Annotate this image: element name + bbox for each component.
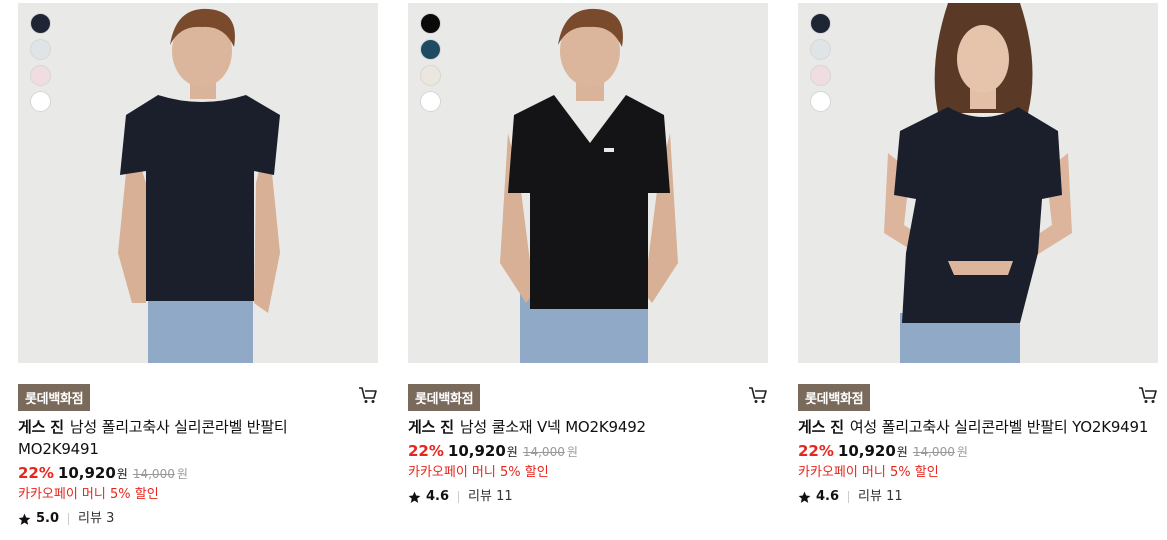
rating-score: 4.6	[816, 489, 840, 504]
product-card[interactable]: 롯데백화점 게스 진 여성 폴리고축사 실리콘라벨 반팔티 YO2K9491 22…	[798, 3, 1158, 507]
sale-currency: 원	[506, 445, 518, 459]
rating-row: 4.6 리뷰 11	[798, 487, 1158, 507]
rating-score: 5.0	[36, 511, 60, 526]
model-photo	[18, 3, 378, 363]
color-swatches	[420, 13, 441, 112]
color-swatch[interactable]	[810, 65, 831, 86]
discount-rate: 22%	[408, 442, 444, 460]
store-badge: 롯데백화점	[408, 384, 481, 411]
sale-price: 10,920	[447, 442, 506, 460]
promo-text: 카카오페이 머니 5% 할인	[18, 487, 159, 502]
divider	[68, 513, 70, 525]
review-count[interactable]: 리뷰 11	[858, 487, 903, 507]
rating-row: 4.6 리뷰 11	[408, 487, 768, 507]
star-icon	[18, 513, 31, 525]
sale-currency: 원	[896, 445, 908, 459]
sale-price: 10,920	[837, 442, 896, 460]
product-name: 여성 폴리고축사 실리콘라벨 반팔티 YO2K9491	[849, 418, 1149, 436]
promo-text: 카카오페이 머니 5% 할인	[798, 465, 939, 480]
original-currency: 원	[956, 445, 968, 459]
original-currency: 원	[566, 445, 578, 459]
color-swatch[interactable]	[30, 91, 51, 112]
star-icon	[798, 491, 811, 503]
original-currency: 원	[176, 467, 188, 481]
product-name: 남성 폴리고축사 실리콘라벨 반팔티	[69, 418, 288, 436]
original-price: 14,000	[132, 467, 175, 481]
original-price: 14,000	[912, 445, 955, 459]
model-photo	[408, 3, 768, 363]
rating-score: 4.6	[426, 489, 450, 504]
color-swatch[interactable]	[30, 65, 51, 86]
discount-rate: 22%	[18, 464, 54, 482]
color-swatch[interactable]	[810, 39, 831, 60]
product-image[interactable]	[408, 3, 768, 363]
product-name-line2: MO2K9491	[18, 440, 99, 458]
color-swatch[interactable]	[420, 65, 441, 86]
brand-name: 게스 진	[798, 418, 844, 436]
product-image[interactable]	[798, 3, 1158, 363]
cart-icon[interactable]	[358, 385, 378, 405]
discount-rate: 22%	[798, 442, 834, 460]
color-swatch[interactable]	[810, 91, 831, 112]
original-price: 14,000	[522, 445, 565, 459]
product-title[interactable]: 게스 진 여성 폴리고축사 실리콘라벨 반팔티 YO2K9491	[798, 416, 1158, 438]
color-swatch[interactable]	[30, 39, 51, 60]
color-swatch[interactable]	[420, 39, 441, 60]
brand-name: 게스 진	[18, 418, 64, 436]
price-row: 22% 10,920원 14,000 원	[798, 440, 1158, 463]
review-count[interactable]: 리뷰 3	[78, 509, 114, 529]
price-row: 22% 10,920원 14,000 원	[408, 440, 768, 463]
review-count[interactable]: 리뷰 11	[468, 487, 513, 507]
product-title[interactable]: 게스 진 남성 쿨소재 V넥 MO2K9492	[408, 416, 768, 438]
store-badge: 롯데백화점	[798, 384, 871, 411]
store-badge: 롯데백화점	[18, 384, 91, 411]
cart-icon[interactable]	[748, 385, 768, 405]
color-swatch[interactable]	[420, 91, 441, 112]
color-swatch[interactable]	[810, 13, 831, 34]
cart-icon[interactable]	[1138, 385, 1158, 405]
brand-name: 게스 진	[408, 418, 454, 436]
product-name: 남성 쿨소재 V넥 MO2K9492	[459, 418, 646, 436]
star-icon	[408, 491, 421, 503]
sale-price: 10,920	[57, 464, 116, 482]
color-swatch[interactable]	[30, 13, 51, 34]
product-card[interactable]: 롯데백화점 게스 진 남성 폴리고축사 실리콘라벨 반팔티 MO2K9491 22…	[18, 3, 378, 529]
color-swatches	[810, 13, 831, 112]
color-swatch[interactable]	[420, 13, 441, 34]
color-swatches	[30, 13, 51, 112]
divider	[848, 491, 850, 503]
divider	[458, 491, 460, 503]
promo-text: 카카오페이 머니 5% 할인	[408, 465, 549, 480]
product-image[interactable]	[18, 3, 378, 363]
sale-currency: 원	[116, 467, 128, 481]
product-card[interactable]: 롯데백화점 게스 진 남성 쿨소재 V넥 MO2K9492 22% 10,920원 1…	[408, 3, 768, 507]
rating-row: 5.0 리뷰 3	[18, 509, 378, 529]
model-photo	[798, 3, 1158, 363]
price-row: 22% 10,920원 14,000 원	[18, 462, 378, 485]
product-title[interactable]: 게스 진 남성 폴리고축사 실리콘라벨 반팔티 MO2K9491	[18, 416, 378, 460]
